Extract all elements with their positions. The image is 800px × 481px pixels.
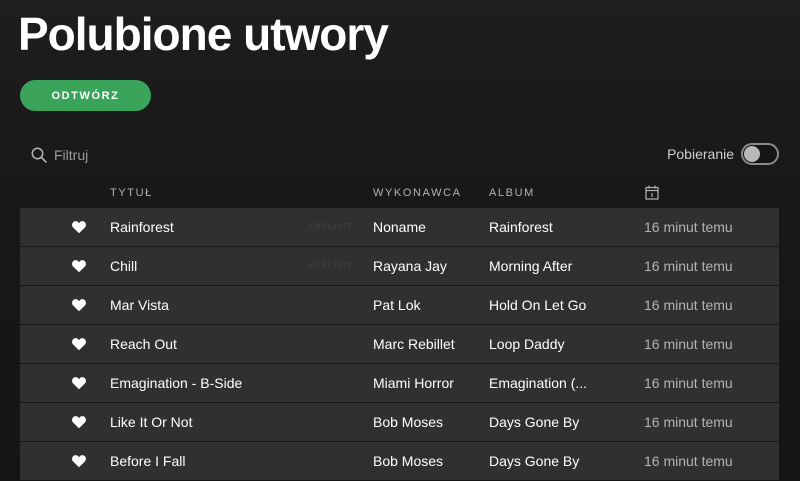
heart-icon[interactable]	[71, 258, 87, 274]
page-title: Polubione utwory	[18, 8, 389, 60]
track-list: Rainforest EXPLICIT Noname Rainforest 16…	[20, 208, 779, 481]
column-header-date-added[interactable]	[645, 185, 659, 200]
track-artist[interactable]: Bob Moses	[373, 403, 483, 441]
search-icon	[31, 147, 47, 163]
heart-icon[interactable]	[71, 336, 87, 352]
track-title[interactable]: Reach Out	[110, 325, 310, 363]
track-title[interactable]: Before I Fall	[110, 442, 310, 480]
heart-icon[interactable]	[71, 219, 87, 235]
table-header: TYTUŁ WYKONAWCA ALBUM	[20, 178, 779, 208]
table-row[interactable]: Before I Fall Bob Moses Days Gone By 16 …	[20, 442, 779, 480]
explicit-badge: EXPLICIT	[309, 261, 354, 270]
track-album[interactable]: Days Gone By	[489, 403, 639, 441]
heart-icon[interactable]	[71, 414, 87, 430]
heart-icon[interactable]	[71, 297, 87, 313]
heart-icon[interactable]	[71, 375, 87, 391]
track-title[interactable]: Emagination - B-Side	[110, 364, 310, 402]
track-album[interactable]: Days Gone By	[489, 442, 639, 480]
track-artist[interactable]: Miami Horror	[373, 364, 483, 402]
column-header-title[interactable]: TYTUŁ	[110, 187, 153, 199]
track-title[interactable]: Rainforest	[110, 208, 310, 246]
track-artist[interactable]: Rayana Jay	[373, 247, 483, 285]
track-album[interactable]: Rainforest	[489, 208, 639, 246]
explicit-badge: EXPLICIT	[309, 222, 354, 231]
track-title[interactable]: Like It Or Not	[110, 403, 310, 441]
track-added-date: 16 minut temu	[644, 219, 733, 235]
calendar-icon	[645, 185, 659, 200]
track-added-date: 16 minut temu	[644, 297, 733, 313]
download-control: Pobieranie	[667, 142, 779, 166]
download-label: Pobieranie	[667, 146, 734, 162]
table-row[interactable]: Emagination - B-Side Miami Horror Emagin…	[20, 364, 779, 402]
track-added-date: 16 minut temu	[644, 336, 733, 352]
track-added-date: 16 minut temu	[644, 453, 733, 469]
play-button[interactable]: ODTWÓRZ	[20, 80, 151, 111]
table-row[interactable]: Mar Vista Pat Lok Hold On Let Go 16 minu…	[20, 286, 779, 324]
track-album[interactable]: Hold On Let Go	[489, 286, 639, 324]
track-title[interactable]: Mar Vista	[110, 286, 310, 324]
track-added-date: 16 minut temu	[644, 258, 733, 274]
track-added-date: 16 minut temu	[644, 375, 733, 391]
download-toggle[interactable]	[741, 143, 779, 165]
track-added-date: 16 minut temu	[644, 414, 733, 430]
column-header-artist[interactable]: WYKONAWCA	[373, 187, 462, 199]
heart-icon[interactable]	[71, 453, 87, 469]
filter-input[interactable]	[54, 147, 214, 163]
track-artist[interactable]: Pat Lok	[373, 286, 483, 324]
track-artist[interactable]: Bob Moses	[373, 442, 483, 480]
table-row[interactable]: Rainforest EXPLICIT Noname Rainforest 16…	[20, 208, 779, 246]
liked-songs-page: Polubione utwory ODTWÓRZ Pobieranie TYTU…	[0, 0, 800, 481]
track-artist[interactable]: Marc Rebillet	[373, 325, 483, 363]
table-row[interactable]: Like It Or Not Bob Moses Days Gone By 16…	[20, 403, 779, 441]
track-artist[interactable]: Noname	[373, 208, 483, 246]
track-album[interactable]: Morning After	[489, 247, 639, 285]
track-album[interactable]: Loop Daddy	[489, 325, 639, 363]
track-title[interactable]: Chill	[110, 247, 310, 285]
toggle-knob	[744, 146, 760, 162]
column-header-album[interactable]: ALBUM	[489, 187, 535, 199]
filter-bar	[30, 143, 214, 167]
track-album[interactable]: Emagination (...	[489, 364, 639, 402]
table-row[interactable]: Reach Out Marc Rebillet Loop Daddy 16 mi…	[20, 325, 779, 363]
table-row[interactable]: Chill EXPLICIT Rayana Jay Morning After …	[20, 247, 779, 285]
